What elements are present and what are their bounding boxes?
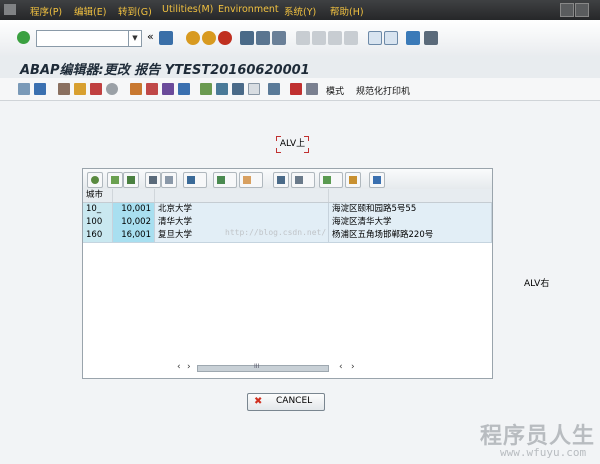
shortcut-icon[interactable] <box>384 31 398 45</box>
horizontal-scrollbar[interactable]: ‹ › III ‹ › <box>173 362 393 372</box>
alv-right-label: ALV右 <box>524 279 550 289</box>
menu-environment[interactable]: Environment <box>218 4 279 15</box>
views-button[interactable] <box>291 172 315 188</box>
new-session-icon[interactable] <box>368 31 382 45</box>
mode-button[interactable]: 模式 <box>326 84 344 97</box>
scrollbar-grip: III <box>254 363 260 370</box>
scroll-right-end-icon[interactable]: › <box>351 362 355 372</box>
app-menu-icon[interactable] <box>4 4 16 15</box>
pretty-printer-icon[interactable] <box>248 83 260 95</box>
command-field[interactable]: ▼ <box>36 30 142 47</box>
menu-utilities[interactable]: Utilities(M) <box>162 4 213 15</box>
column-header-4[interactable] <box>329 189 492 202</box>
menu-system[interactable]: 系统(Y) <box>284 4 316 18</box>
previous-page-icon[interactable] <box>312 31 326 45</box>
cell-address[interactable]: 海淀区颐和园路5号55 <box>329 203 492 216</box>
grid-header-row: 城市 <box>83 189 492 203</box>
cell-address[interactable]: 杨浦区五角场邯郸路220号 <box>329 229 492 242</box>
arrow-right-icon[interactable] <box>34 83 46 95</box>
grid-toolbar <box>83 169 492 190</box>
scroll-left-end-icon[interactable]: ‹ <box>339 362 343 372</box>
minimize-button[interactable] <box>560 3 574 17</box>
menubar: 程序(P) 编辑(E) 转到(G) Utilities(M) Environme… <box>0 0 600 20</box>
save-icon[interactable] <box>159 31 173 45</box>
info-button[interactable] <box>369 172 385 188</box>
pretty-print-button[interactable]: 规范化打印机 <box>356 84 410 97</box>
enter-check-icon[interactable] <box>17 31 30 44</box>
menu-help[interactable]: 帮助(H) <box>330 4 364 18</box>
brand-url: www.wfuyu.com <box>500 446 587 459</box>
maximize-button[interactable] <box>575 3 589 17</box>
find-next-icon[interactable] <box>272 31 286 45</box>
activate-icon[interactable] <box>106 83 118 95</box>
cell-number[interactable]: 10,001 <box>113 203 155 216</box>
back-icon[interactable] <box>186 31 200 45</box>
print-preview-button[interactable] <box>273 172 289 188</box>
table-row[interactable]: 10_ 10,001 北京大学 海淀区颐和园路5号55 <box>83 203 492 217</box>
cell-city[interactable]: 160 <box>83 229 113 242</box>
menu-program[interactable]: 程序(P) <box>30 4 62 18</box>
sort-descending-button[interactable] <box>123 172 139 188</box>
display-change-icon[interactable] <box>58 83 70 95</box>
cell-name[interactable]: 北京大学 <box>155 203 329 216</box>
layout-menu-icon[interactable] <box>424 31 438 45</box>
watermark: http://blog.csdn.net/ <box>225 228 327 237</box>
cancel-x-icon: ✖ <box>254 396 263 407</box>
breakpoint-icon[interactable] <box>216 83 228 95</box>
pencil-icon[interactable] <box>146 83 158 95</box>
arrow-left-icon[interactable] <box>18 83 30 95</box>
find-button[interactable] <box>145 172 161 188</box>
where-used-icon[interactable] <box>162 83 174 95</box>
scroll-left-icon[interactable]: ‹ <box>177 362 181 372</box>
find-next-button[interactable] <box>161 172 177 188</box>
print-icon[interactable] <box>240 31 254 45</box>
check-icon[interactable] <box>90 83 102 95</box>
subtotal-button[interactable] <box>239 172 263 188</box>
alv-grid: 城市 10_ 10,001 北京大学 海淀区颐和园路5号55 100 10,00… <box>82 168 493 379</box>
total-button[interactable] <box>213 172 237 188</box>
page-title: ABAP编辑器:更改 报告 YTEST20160620001 <box>20 63 310 78</box>
cell-number[interactable]: 16,001 <box>113 229 155 242</box>
menu-edit[interactable]: 编辑(E) <box>74 4 106 18</box>
import-icon[interactable] <box>268 83 280 95</box>
pattern-icon[interactable] <box>232 83 244 95</box>
first-page-icon[interactable] <box>296 31 310 45</box>
cancel-button[interactable]: ✖ CANCEL <box>247 393 325 411</box>
layout-button[interactable] <box>345 172 361 188</box>
cancel-icon[interactable] <box>218 31 232 45</box>
last-page-icon[interactable] <box>344 31 358 45</box>
cell-number[interactable]: 10,002 <box>113 216 155 229</box>
filter-button[interactable] <box>183 172 207 188</box>
back-double-arrow-icon[interactable]: « <box>147 30 154 43</box>
column-header-2[interactable] <box>113 189 155 202</box>
command-dropdown-icon[interactable]: ▼ <box>128 31 141 46</box>
next-page-icon[interactable] <box>328 31 342 45</box>
cell-city[interactable]: 10_ <box>83 203 113 216</box>
alv-top-text: ALV上 <box>279 139 306 149</box>
column-header-3[interactable] <box>155 189 329 202</box>
hierarchy-icon[interactable] <box>200 83 212 95</box>
cancel-button-label: CANCEL <box>276 396 313 406</box>
stop-icon[interactable] <box>290 83 302 95</box>
find-icon[interactable] <box>256 31 270 45</box>
sort-ascending-button[interactable] <box>107 172 123 188</box>
cell-city[interactable]: 100 <box>83 216 113 229</box>
scroll-right-icon[interactable]: › <box>187 362 191 372</box>
menu-goto[interactable]: 转到(G) <box>118 4 152 18</box>
alv-top-label: ALV上 <box>276 136 309 153</box>
export-button[interactable] <box>319 172 343 188</box>
cell-address[interactable]: 海淀区清华大学 <box>329 216 492 229</box>
column-header-city[interactable]: 城市 <box>83 189 113 202</box>
scrollbar-thumb[interactable]: III <box>197 363 329 372</box>
other-object-icon[interactable] <box>74 83 86 95</box>
object-list-icon[interactable] <box>178 83 190 95</box>
test-icon[interactable] <box>130 83 142 95</box>
exit-icon[interactable] <box>202 31 216 45</box>
settings-icon[interactable] <box>306 83 318 95</box>
help-icon[interactable] <box>406 31 420 45</box>
details-button[interactable] <box>87 172 103 188</box>
